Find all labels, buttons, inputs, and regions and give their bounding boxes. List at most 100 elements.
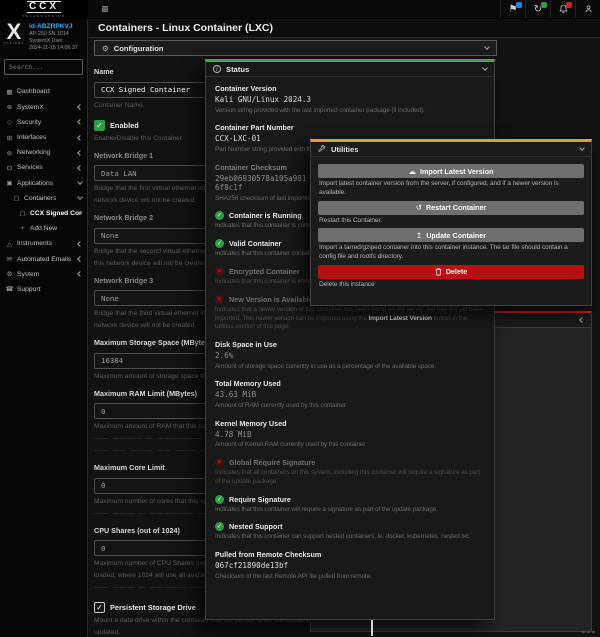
shield-icon: ◇ (7, 119, 12, 127)
page-title: Containers - Linux Container (LXC) (89, 19, 600, 38)
brand-tagline: TECHNOLOGIES (22, 13, 66, 18)
chevron-left-icon (77, 241, 83, 247)
status-panel-header[interactable]: i Status (206, 62, 494, 77)
chevron-left-icon (77, 104, 83, 111)
chevron-down-icon (482, 65, 488, 71)
utilities-panel-header[interactable]: Utilities (311, 142, 591, 157)
status-nested-support: ✓ Nested Support Indicates that this con… (215, 522, 471, 541)
support-icon: ☎ (5, 286, 14, 294)
persistent-storage-label: Persistent Storage Drive (110, 603, 196, 612)
menu-toggle-button[interactable]: ≡ (88, 0, 122, 18)
history-button[interactable]: ↻ (525, 0, 550, 18)
sidebar-item-containers[interactable]: ▢ Containers (0, 191, 87, 206)
sidebar-item-services[interactable]: ⊡ Services (0, 160, 87, 175)
cloud-download-icon: ☁ (408, 166, 417, 176)
configuration-panel-header[interactable]: ⚙ Configuration (94, 40, 497, 56)
cross-circle-icon: ✕ (215, 294, 224, 304)
sidebar-item-systemx[interactable]: ⊗ SystemX (0, 100, 87, 115)
device-id: id-ABZRPKVJ (29, 23, 73, 30)
status-global-require-signature: ✕ Global Require Signature Indicates tha… (215, 458, 480, 485)
device-user: SystemX User (29, 37, 63, 44)
enabled-checkbox[interactable]: ✓ (94, 119, 105, 131)
flags-button[interactable]: ⚑ (500, 0, 525, 18)
flag-badge (516, 2, 522, 8)
chevron-down-icon (579, 145, 585, 151)
new-version-help: Indicates that a newer version of this c… (215, 305, 483, 331)
chevron-left-icon (579, 317, 585, 323)
sidebar: X SYSTEMX id-ABZRPKVJ AP-250 SN 1014 Sys… (0, 19, 88, 637)
status-container-version: Container Version Kali GNU/Linux 2024.3 … (215, 84, 425, 114)
sidebar-item-system[interactable]: ⚙ System (0, 267, 87, 282)
check-icon: ✓ (96, 120, 103, 130)
sidebar-item-instruments[interactable]: △ Instruments (0, 236, 87, 251)
status-disk-space: Disk Space in Use 2.6% Amount of storage… (215, 340, 437, 370)
account-button[interactable] (575, 0, 600, 18)
chevron-left-icon (77, 256, 83, 262)
trash-icon (435, 268, 442, 276)
notifications-button[interactable] (550, 0, 575, 18)
sidebar-item-applications[interactable]: ▣ Applications (0, 176, 87, 191)
sidebar-item-add-new[interactable]: + Add New (0, 221, 87, 236)
interfaces-icon: ⊞ (6, 134, 13, 142)
chevron-left-icon (77, 134, 83, 141)
check-circle-icon: ✓ (215, 211, 224, 221)
status-require-signature: ✓ Require Signature Indicates that this … (215, 494, 438, 513)
chevron-left-icon (77, 271, 83, 278)
delete-help: Delete this instance (319, 280, 375, 288)
check-circle-icon: ✓ (215, 522, 224, 532)
status-total-memory: Total Memory Used 43.63 MiB Amount of RA… (215, 379, 348, 409)
device-model: AP-250 SN 1014 (29, 31, 69, 37)
sidebar-item-automated-emails[interactable]: ✉ Automated Emails (0, 251, 87, 266)
chevron-left-icon (77, 165, 83, 171)
upload-icon: ↥ (415, 230, 423, 240)
systemx-logo-text: SYSTEMX (3, 42, 25, 45)
chevron-left-icon (77, 149, 83, 156)
applications-icon: ▣ (6, 180, 13, 188)
sidebar-item-interfaces[interactable]: ⊞ Interfaces (0, 130, 87, 145)
import-latest-version-button[interactable]: ☁ Import Latest Version (318, 164, 584, 178)
sidebar-item-security[interactable]: ◇ Security (0, 115, 87, 130)
sidebar-item-networking[interactable]: ⊚ Networking (0, 145, 87, 160)
sidebar-item-dashboard[interactable]: ▦ Dashboard (0, 84, 87, 99)
brand-wordmark: CCX (26, 0, 62, 13)
container-icon: ▢ (13, 195, 20, 203)
top-bar: CCX TECHNOLOGIES ≡ ⚑ ↻ (0, 0, 600, 19)
systemx-logo: X (6, 19, 22, 44)
dashboard-icon: ▦ (6, 88, 13, 96)
status-pulled-checksum: Pulled from Remote Checksum 067cf21890de… (215, 550, 372, 580)
user-icon (584, 5, 592, 13)
restart-help: Restart this Container. (319, 216, 382, 224)
plus-icon: + (20, 225, 25, 233)
enabled-label: Enabled (110, 120, 139, 130)
cross-circle-icon: ✕ (215, 266, 224, 276)
search-input[interactable] (4, 59, 83, 76)
sidebar-item-support[interactable]: ☎ Support (0, 282, 87, 297)
status-kernel-memory: Kernel Memory Used 4.78 MiB Amount of Ke… (215, 418, 367, 449)
persistent-storage-checkbox[interactable]: ✓ (94, 602, 105, 613)
gear-icon: ⚙ (102, 43, 109, 53)
sidebar-item-ccx-signed-container[interactable]: ▢ CCX Signed Container (0, 206, 87, 221)
instruments-icon: △ (7, 240, 12, 248)
sidebar-nav: ▦ Dashboard ⊗ SystemX ◇ Security ⊞ Inter… (0, 84, 87, 297)
chevron-left-icon (77, 119, 83, 126)
networking-icon: ⊚ (6, 149, 13, 157)
delete-button[interactable]: Delete (318, 264, 584, 279)
restart-container-button[interactable]: ↺ Restart Container (318, 200, 584, 215)
cross-circle-icon: ✕ (215, 458, 224, 468)
top-icon-group: ⚑ ↻ (500, 0, 600, 18)
utilities-panel: Utilities ☁ Import Latest Version Import… (310, 139, 592, 306)
services-icon: ⊡ (6, 164, 13, 172)
import-help: Import latest container version from the… (319, 180, 559, 196)
chevron-down-icon (77, 194, 83, 201)
history-badge (541, 2, 547, 8)
container-icon: ▢ (19, 210, 26, 218)
hamburger-icon: ≡ (101, 2, 109, 16)
update-container-button[interactable]: ↥ Update Container (318, 228, 584, 243)
update-help: Import a tarred/gziped container into th… (319, 244, 568, 261)
check-circle-icon: ✓ (215, 239, 224, 249)
chevron-down-icon (77, 179, 83, 185)
wrench-icon (318, 145, 326, 152)
device-timestamp: 2024-11-15 14:06:37 (29, 44, 78, 51)
device-info: X SYSTEMX id-ABZRPKVJ AP-250 SN 1014 Sys… (0, 19, 87, 53)
resize-grip (582, 631, 595, 633)
